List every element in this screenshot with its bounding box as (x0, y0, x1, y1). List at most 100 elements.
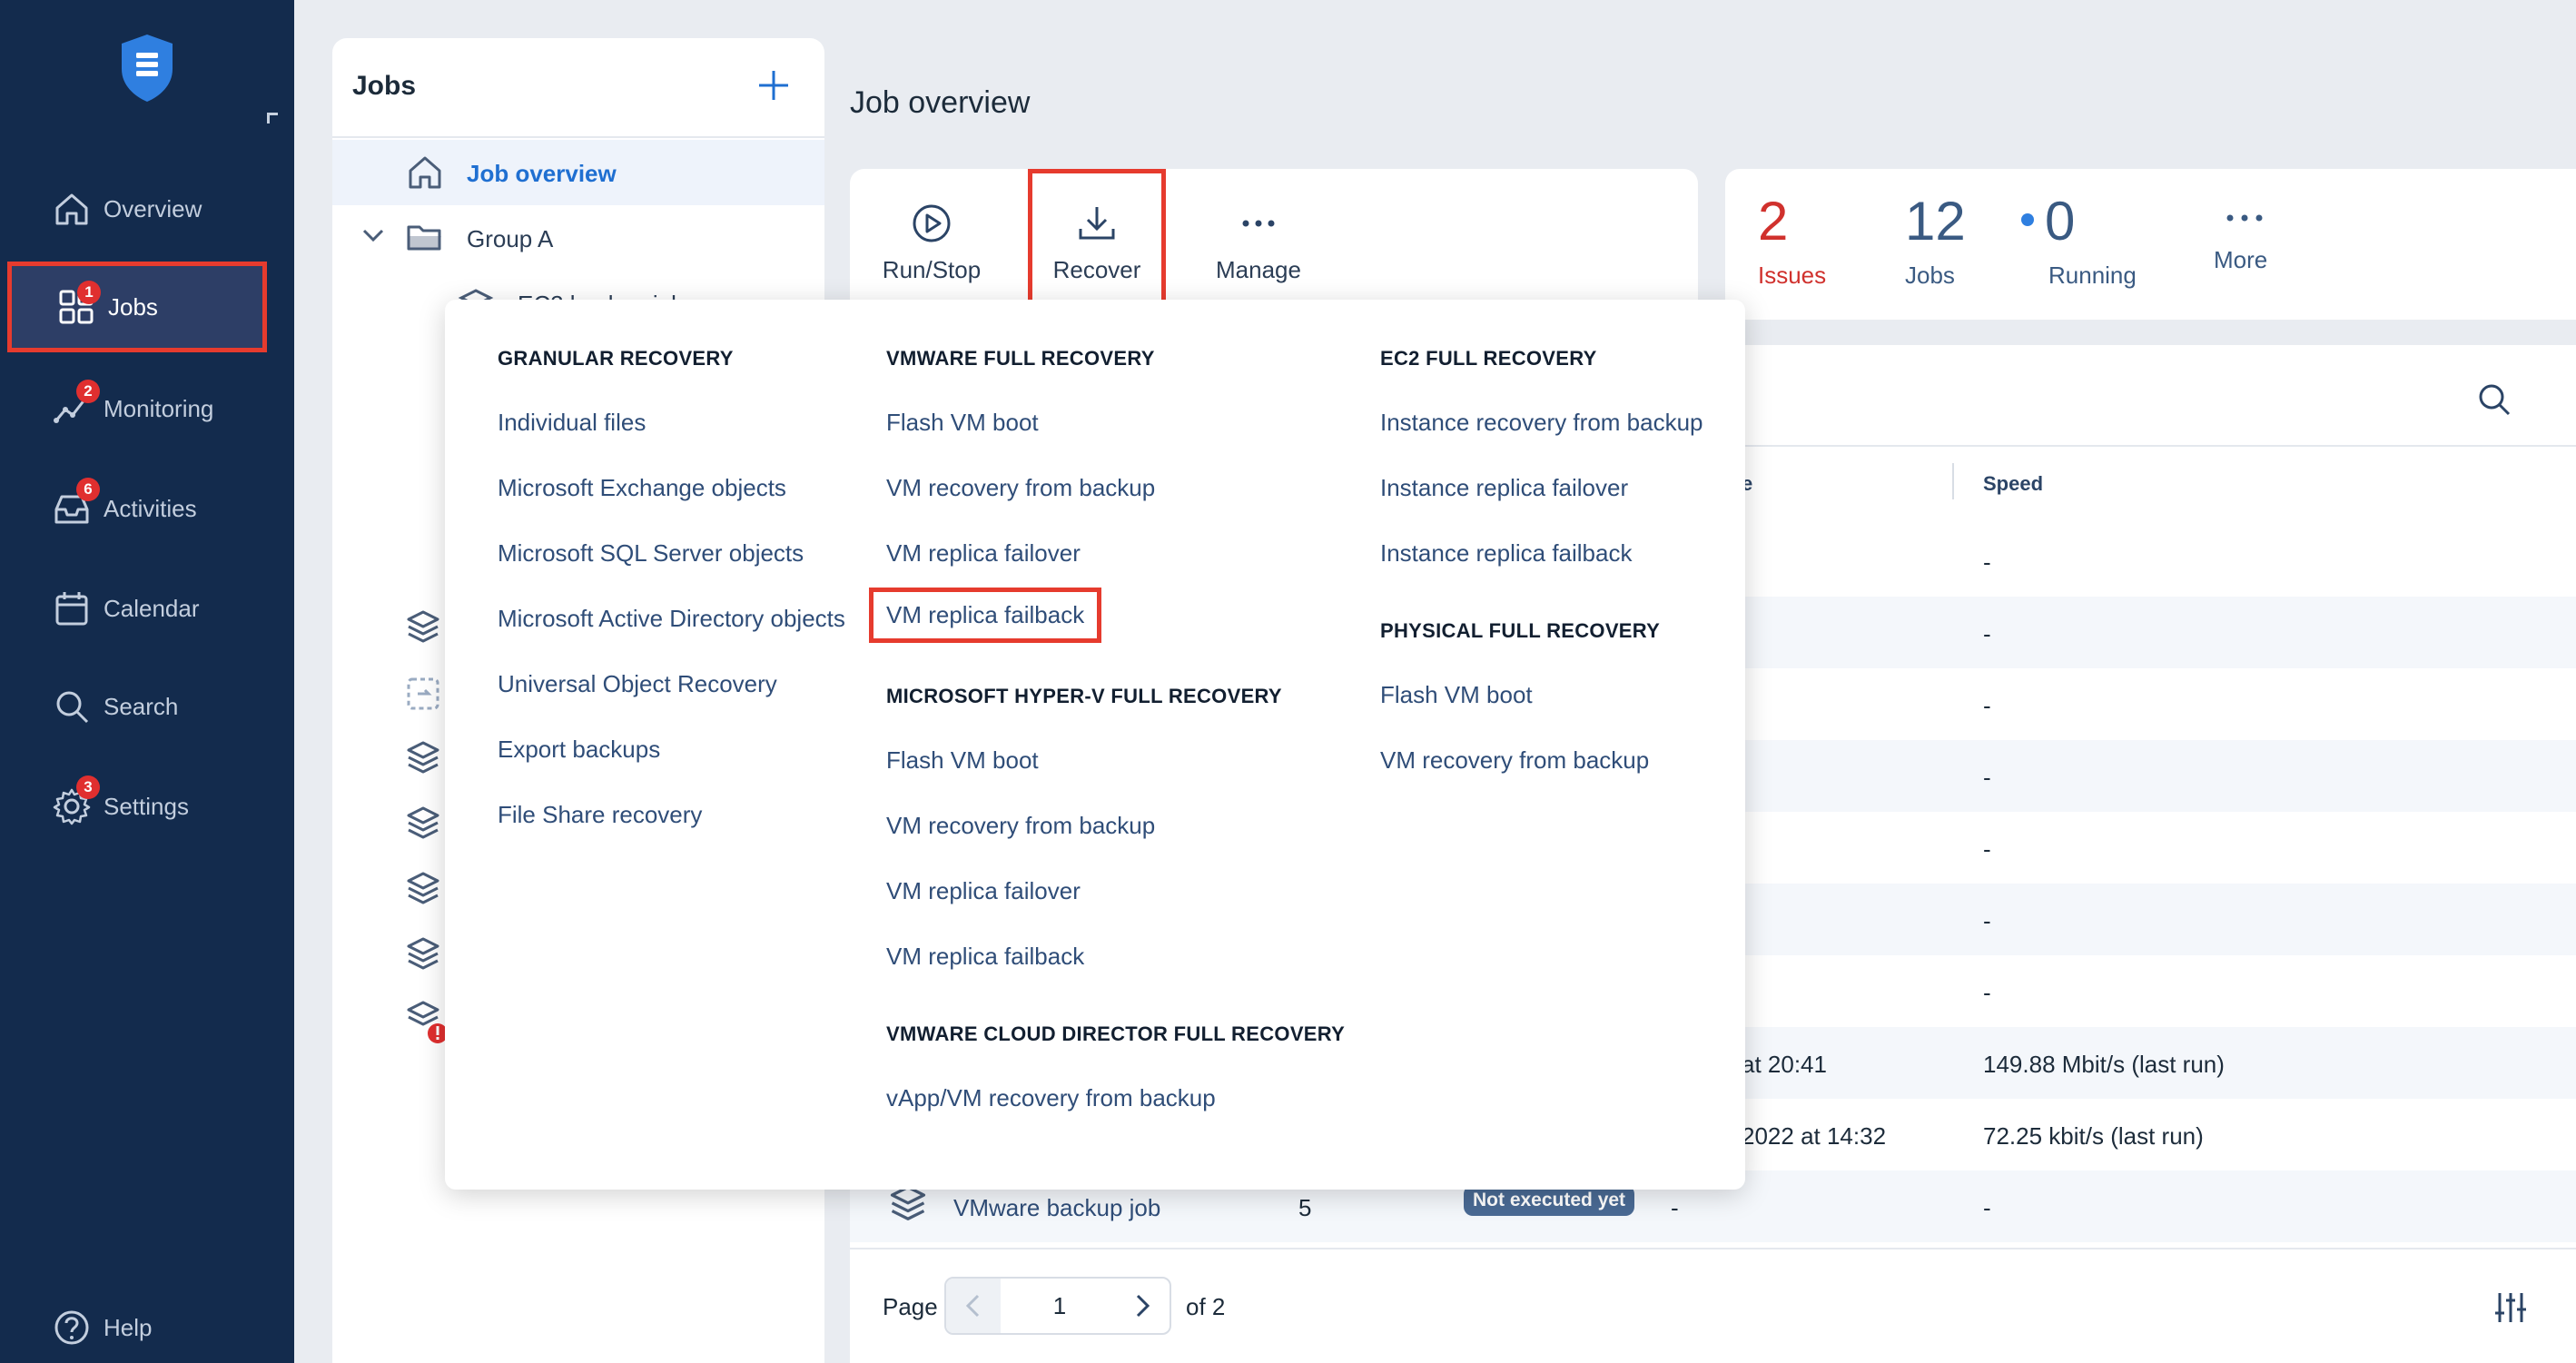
stat-jobs[interactable]: 12 Jobs (1905, 194, 1966, 290)
row-speed: - (1983, 1194, 1991, 1221)
backup-job-icon (890, 1185, 926, 1220)
activities-badge: 6 (76, 478, 100, 501)
menu-item-sql-objects[interactable]: Microsoft SQL Server objects (498, 539, 804, 568)
jobs-label: Jobs (1905, 262, 1955, 289)
menu-section-vcd: VMWARE CLOUD DIRECTOR FULL RECOVERY (886, 1022, 1346, 1045)
backup-job-icon[interactable] (403, 870, 443, 910)
menu-item-vmware-replica-failover[interactable]: VM replica failover (886, 539, 1081, 568)
tree-item-group-a[interactable]: Group A (332, 205, 824, 271)
sidebar-item-help[interactable]: Help (0, 1282, 294, 1363)
shield-logo-icon[interactable] (120, 33, 174, 104)
pager-total: of 2 (1186, 1293, 1226, 1320)
menu-item-universal-object-recovery[interactable]: Universal Object Recovery (498, 670, 777, 698)
home-icon (55, 193, 88, 225)
search-icon (56, 691, 89, 724)
column-header-speed[interactable]: Speed (1983, 472, 2043, 496)
menu-item-hyperv-flash-vm-boot[interactable]: Flash VM boot (886, 746, 1039, 775)
job-name-link[interactable]: VMware backup job (953, 1194, 1160, 1222)
menu-item-hyperv-vm-recovery[interactable]: VM recovery from backup (886, 812, 1155, 840)
menu-item-vmware-vm-recovery[interactable]: VM recovery from backup (886, 474, 1155, 502)
backup-job-icon[interactable] (403, 805, 443, 844)
menu-item-instance-replica-failback[interactable]: Instance replica failback (1380, 539, 1632, 568)
menu-item-ad-objects[interactable]: Microsoft Active Directory objects (498, 605, 845, 633)
menu-item-vmware-flash-vm-boot[interactable]: Flash VM boot (886, 409, 1039, 437)
menu-item-vmware-replica-failback[interactable]: VM replica failback (869, 588, 1102, 643)
divider (850, 1248, 2576, 1249)
sidebar-item-activities[interactable]: 6 Activities (0, 463, 294, 554)
menu-item-instance-replica-failover[interactable]: Instance replica failover (1380, 474, 1628, 502)
issues-count: 2 (1758, 191, 1789, 252)
sidebar-item-monitoring[interactable]: 2 Monitoring (0, 363, 294, 454)
job-error-icon[interactable] (403, 999, 450, 1046)
collapse-sidebar-icon[interactable] (267, 113, 278, 123)
sidebar-item-jobs[interactable]: 1 Jobs (7, 262, 267, 352)
sidebar-item-label: Monitoring (104, 394, 214, 422)
stat-issues[interactable]: 2 Issues (1758, 194, 1826, 290)
sidebar-item-overview[interactable]: Overview (0, 163, 294, 254)
backup-job-icon[interactable] (403, 739, 443, 779)
row-speed: - (1983, 620, 1991, 647)
search-icon[interactable] (2476, 381, 2512, 418)
recover-dropdown-menu: GRANULAR RECOVERY Individual files Micro… (445, 300, 1745, 1190)
menu-section-physical: PHYSICAL FULL RECOVERY (1380, 619, 1661, 642)
row-last-run: at 20:41 (1742, 1051, 1827, 1078)
tree-item-job-overview[interactable]: Job overview (332, 140, 824, 205)
row-speed: - (1983, 548, 1991, 576)
sidebar: Overview 1 Jobs 2 Monitoring 6 Activitie… (0, 0, 294, 1363)
sliders-icon[interactable] (2492, 1289, 2529, 1326)
play-circle-icon (913, 204, 951, 242)
monitoring-badge: 2 (76, 380, 100, 403)
menu-item-hyperv-replica-failover[interactable]: VM replica failover (886, 877, 1081, 905)
recover-button[interactable]: Recover (1028, 169, 1166, 314)
menu-item-exchange-objects[interactable]: Microsoft Exchange objects (498, 474, 786, 502)
sidebar-item-label: Overview (104, 194, 202, 222)
menu-item-individual-files[interactable]: Individual files (498, 409, 646, 437)
run-stop-button[interactable]: Run/Stop (850, 169, 1013, 314)
running-dot-icon (2021, 213, 2034, 227)
backup-job-icon[interactable] (403, 935, 443, 975)
sidebar-item-settings[interactable]: 3 Settings (0, 761, 294, 852)
backup-job-icon[interactable] (403, 608, 443, 648)
chevron-left-icon (965, 1294, 980, 1318)
next-page-button[interactable] (1115, 1279, 1170, 1333)
stat-more[interactable]: More (2214, 209, 2267, 274)
row-speed: 72.25 kbit/s (last run) (1983, 1122, 2204, 1150)
page-title: Job overview (850, 85, 1031, 120)
sidebar-item-label: Calendar (104, 594, 200, 622)
menu-item-physical-flash-vm-boot[interactable]: Flash VM boot (1380, 681, 1533, 709)
prev-page-button[interactable] (946, 1279, 1001, 1333)
row-object-count: 5 (1298, 1194, 1312, 1221)
menu-item-vapp-vm-recovery[interactable]: vApp/VM recovery from backup (886, 1084, 1216, 1112)
menu-section-hyperv: MICROSOFT HYPER-V FULL RECOVERY (886, 685, 1282, 707)
chevron-down-icon[interactable] (360, 222, 387, 249)
sidebar-item-calendar[interactable]: Calendar (0, 563, 294, 654)
running-count: 0 (2045, 191, 2076, 252)
menu-item-file-share-recovery[interactable]: File Share recovery (498, 801, 702, 829)
sidebar-item-search[interactable]: Search (0, 661, 294, 752)
row-last-run: 2022 at 14:32 (1742, 1122, 1887, 1150)
manage-button[interactable]: Manage (1177, 169, 1340, 314)
menu-item-physical-vm-recovery[interactable]: VM recovery from backup (1380, 746, 1649, 775)
pager-control (944, 1277, 1171, 1335)
menu-item-instance-recovery[interactable]: Instance recovery from backup (1380, 409, 1703, 437)
menu-section-vmware: VMWARE FULL RECOVERY (886, 347, 1155, 370)
menu-section-ec2: EC2 FULL RECOVERY (1380, 347, 1597, 370)
sidebar-item-label: Search (104, 692, 179, 720)
add-job-icon[interactable] (755, 67, 792, 104)
more-label: More (2214, 246, 2268, 273)
replica-job-icon[interactable] (403, 674, 443, 714)
recover-label: Recover (1052, 256, 1141, 283)
issues-label: Issues (1758, 262, 1827, 289)
menu-item-hyperv-replica-failback[interactable]: VM replica failback (886, 943, 1084, 971)
page-number-input[interactable] (1001, 1279, 1119, 1333)
menu-item-export-backups[interactable]: Export backups (498, 736, 660, 764)
sidebar-item-label: Settings (104, 792, 189, 820)
more-dots-icon (1242, 220, 1275, 227)
settings-badge: 3 (76, 775, 100, 799)
running-label: Running (2048, 262, 2137, 289)
row-speed: 149.88 Mbit/s (last run) (1983, 1051, 2225, 1078)
column-separator[interactable] (1952, 463, 1954, 499)
stat-running[interactable]: 0 Running (2021, 194, 2137, 290)
jobs-count: 12 (1905, 191, 1966, 252)
help-label: Help (104, 1313, 153, 1341)
